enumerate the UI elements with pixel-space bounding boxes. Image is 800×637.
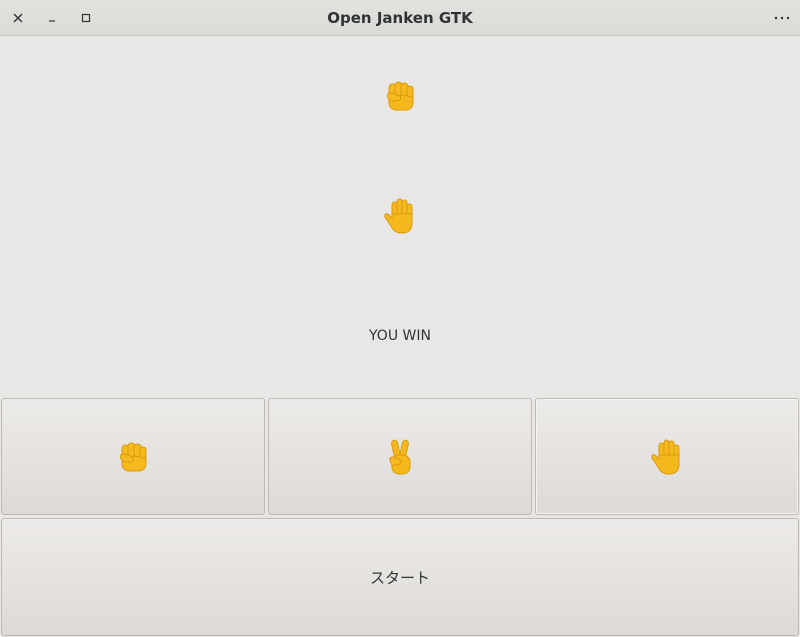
computer-hand-fist-icon — [380, 76, 420, 116]
app-window: Open Janken GTK YOU WIN スタート — [0, 0, 800, 637]
start-button-label: スタート — [369, 569, 430, 587]
raised-fist-icon — [113, 437, 153, 477]
scissors-button[interactable] — [268, 398, 532, 515]
paper-button[interactable] — [535, 398, 799, 515]
start-button[interactable]: スタート — [1, 518, 799, 636]
result-label: YOU WIN — [369, 328, 431, 344]
rock-button[interactable] — [1, 398, 265, 515]
raised-hand-icon — [647, 437, 687, 477]
player-hand-raised-icon — [380, 196, 420, 236]
victory-hand-icon — [380, 437, 420, 477]
window-title: Open Janken GTK — [327, 9, 473, 27]
titlebar: Open Janken GTK — [0, 0, 800, 36]
more-horizontal-icon[interactable] — [770, 6, 794, 30]
